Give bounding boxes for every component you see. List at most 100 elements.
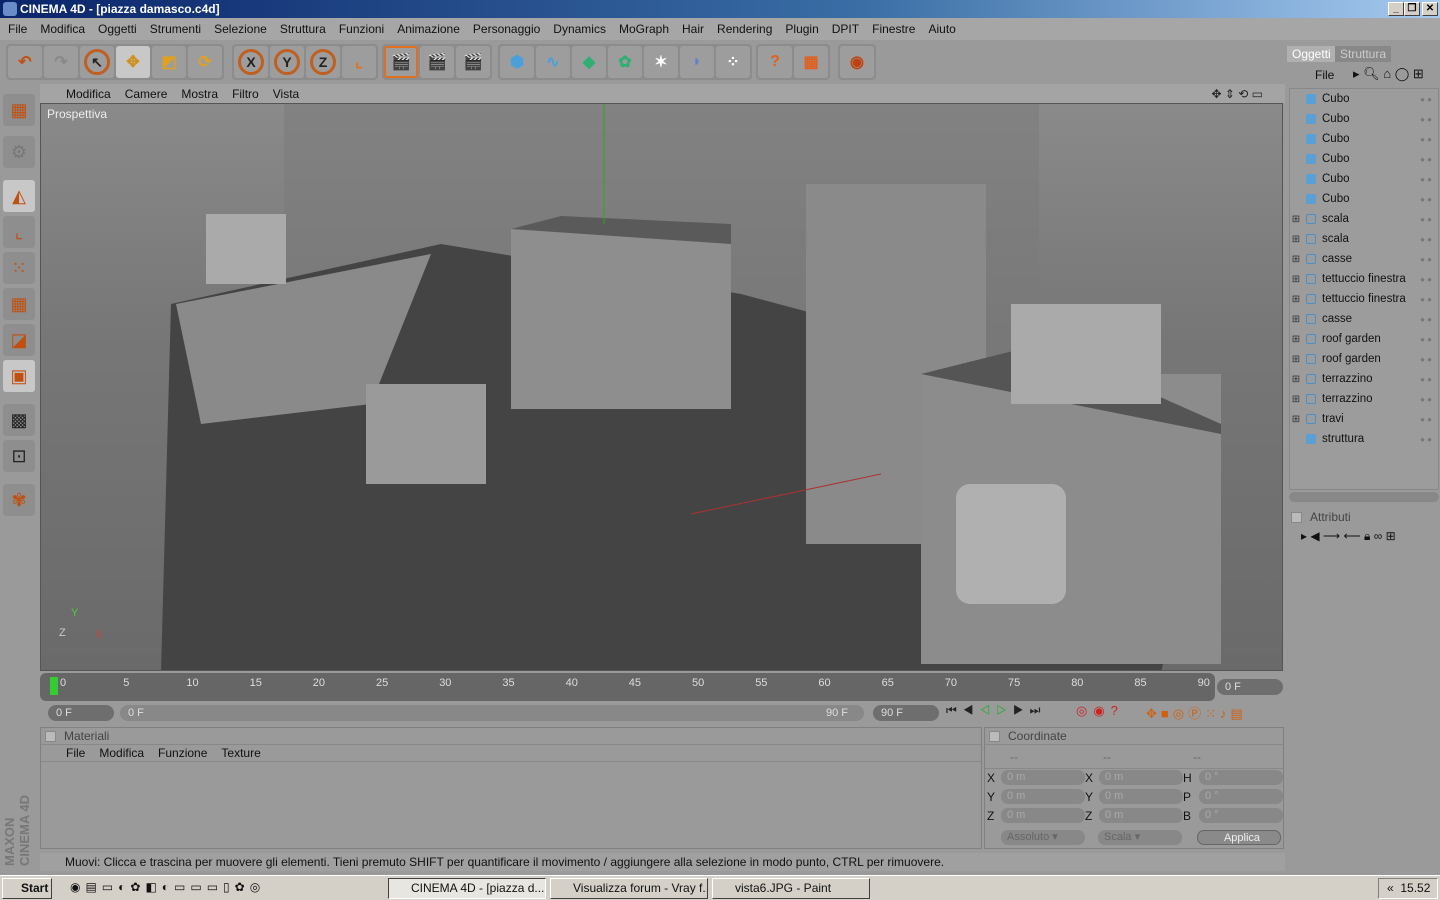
object-row[interactable]: Cubo ● ●: [1290, 89, 1438, 109]
expand-icon[interactable]: ⊞: [1290, 374, 1302, 385]
expand-icon[interactable]: ⊞: [1290, 294, 1302, 305]
visibility-dots[interactable]: ● ●: [1420, 415, 1432, 424]
axis-mode-icon[interactable]: ⌞: [3, 216, 35, 248]
end-frame-field[interactable]: 90 F: [873, 705, 939, 721]
menu-finestre[interactable]: Finestre: [872, 22, 915, 36]
current-frame-field[interactable]: 0 F: [1217, 679, 1283, 695]
visibility-dots[interactable]: ● ●: [1420, 335, 1432, 344]
object-row[interactable]: ⊞ scala ● ●: [1290, 229, 1438, 249]
quick-launch-icons[interactable]: ◉▤▭◐✿◧◐▭▭▭▯✿◎: [70, 880, 265, 894]
playhead[interactable]: [50, 677, 58, 695]
expand-icon[interactable]: ⊞: [1290, 214, 1302, 225]
nurbs-icon[interactable]: ◆: [572, 46, 606, 78]
visibility-dots[interactable]: ● ●: [1420, 215, 1432, 224]
menu-rendering[interactable]: Rendering: [717, 22, 772, 36]
object-row[interactable]: ⊞ casse ● ●: [1290, 249, 1438, 269]
attributes-toolbar-icons[interactable]: ▸ ◀ ⟶ ⟵ 🔒︎ ∞ ⊞: [1301, 529, 1396, 544]
visibility-dots[interactable]: ● ●: [1420, 195, 1432, 204]
cube-icon[interactable]: ⬢: [500, 46, 534, 78]
object-row[interactable]: Cubo ● ●: [1290, 169, 1438, 189]
viewport-menu-modifica[interactable]: Modifica: [66, 87, 111, 101]
visibility-dots[interactable]: ● ●: [1420, 175, 1432, 184]
expand-icon[interactable]: ⊞: [1290, 254, 1302, 265]
coord-field[interactable]: 0 m: [1099, 808, 1183, 823]
coord-field[interactable]: 0 °: [1199, 808, 1283, 823]
coord-field[interactable]: 0 m: [1001, 789, 1085, 804]
render-settings-icon[interactable]: 🎬: [456, 46, 490, 78]
mode-dropdown[interactable]: Assoluto ▾: [1001, 830, 1085, 845]
close-button[interactable]: ✕: [1422, 2, 1438, 16]
object-row[interactable]: Cubo ● ●: [1290, 109, 1438, 129]
snap-icon[interactable]: ✾: [3, 484, 35, 516]
object-row[interactable]: ⊞ scala ● ●: [1290, 209, 1438, 229]
object-row[interactable]: ⊞ casse ● ●: [1290, 309, 1438, 329]
coord-field[interactable]: 0 m: [1099, 770, 1183, 785]
tab-oggetti[interactable]: Oggetti: [1287, 46, 1336, 62]
object-row[interactable]: ⊞ terrazzino ● ●: [1290, 389, 1438, 409]
help-icon[interactable]: ?: [758, 46, 792, 78]
materials-menu-texture[interactable]: Texture: [221, 746, 260, 760]
viewport-menu-mostra[interactable]: Mostra: [181, 87, 218, 101]
range-slider[interactable]: 0 F 90 F: [120, 705, 864, 721]
object-mode-icon[interactable]: ◭: [3, 180, 35, 212]
select-icon[interactable]: ↖: [80, 46, 114, 78]
task-paint[interactable]: vista6.JPG - Paint: [712, 878, 870, 899]
visibility-dots[interactable]: ● ●: [1420, 255, 1432, 264]
visibility-dots[interactable]: ● ●: [1420, 155, 1432, 164]
key-type-controls[interactable]: ✥■◎Ⓟ⁙♪▤: [1146, 703, 1247, 722]
menu-plugin[interactable]: Plugin: [785, 22, 818, 36]
edge-mode-icon[interactable]: ▦: [3, 288, 35, 320]
menu-mograph[interactable]: MoGraph: [619, 22, 669, 36]
timeline-ruler[interactable]: 0 5 10 15 20 25 30 35 40 45 50 55 60 65 70 75 80 85 90: [40, 673, 1215, 701]
object-row[interactable]: Cubo ● ●: [1290, 149, 1438, 169]
menu-strumenti[interactable]: Strumenti: [150, 22, 201, 36]
menu-dynamics[interactable]: Dynamics: [553, 22, 606, 36]
menu-struttura[interactable]: Struttura: [280, 22, 326, 36]
coordinates-checkbox[interactable]: [989, 730, 1000, 742]
workplane-icon[interactable]: ⊡: [3, 440, 35, 472]
visibility-dots[interactable]: ● ●: [1420, 135, 1432, 144]
object-row[interactable]: Cubo ● ●: [1290, 189, 1438, 209]
x-axis-icon[interactable]: X: [234, 46, 268, 78]
horizontal-scrollbar[interactable]: [1289, 492, 1439, 502]
object-row[interactable]: Cubo ● ●: [1290, 129, 1438, 149]
menu-animazione[interactable]: Animazione: [397, 22, 460, 36]
visibility-dots[interactable]: ● ●: [1420, 375, 1432, 384]
particle-icon[interactable]: ⁘: [716, 46, 750, 78]
menu-aiuto[interactable]: Aiuto: [928, 22, 955, 36]
visibility-dots[interactable]: ● ●: [1420, 95, 1432, 104]
menu-modifica[interactable]: Modifica: [40, 22, 85, 36]
object-row[interactable]: struttura ● ●: [1290, 429, 1438, 449]
coord-field[interactable]: 0 °: [1199, 770, 1283, 785]
playback-controls[interactable]: ⏮◀◁▷▶⏭: [946, 703, 1046, 718]
attributes-checkbox[interactable]: [1291, 511, 1302, 523]
maximize-button[interactable]: ❐: [1404, 2, 1420, 16]
menu-oggetti[interactable]: Oggetti: [98, 22, 137, 36]
model-mode-icon[interactable]: ⚙: [3, 136, 35, 168]
texture-mode-icon[interactable]: ▩: [3, 404, 35, 436]
viewport-nav-icons[interactable]: ✥ ⇕ ⟲ ▭: [1211, 87, 1263, 101]
materials-menu-funzione[interactable]: Funzione: [158, 746, 207, 760]
coord-field[interactable]: 0 m: [1001, 770, 1085, 785]
materials-checkbox[interactable]: [45, 730, 56, 742]
visibility-dots[interactable]: ● ●: [1420, 395, 1432, 404]
object-row[interactable]: ⊞ tettuccio finestra ● ●: [1290, 269, 1438, 289]
object-row[interactable]: ⊞ roof garden ● ●: [1290, 349, 1438, 369]
visibility-dots[interactable]: ● ●: [1420, 295, 1432, 304]
coord-field[interactable]: 0 °: [1199, 789, 1283, 804]
minimize-button[interactable]: _: [1388, 2, 1404, 16]
scale-icon[interactable]: ◩: [152, 46, 186, 78]
visibility-dots[interactable]: ● ●: [1420, 435, 1432, 444]
object-row[interactable]: ⊞ terrazzino ● ●: [1290, 369, 1438, 389]
task-cinema4d[interactable]: CINEMA 4D - [piazza d...: [388, 878, 546, 899]
tab-struttura[interactable]: Struttura: [1335, 46, 1392, 62]
viewport-3d[interactable]: Z X Y Prospettiva: [40, 103, 1283, 671]
move-icon[interactable]: ✥: [116, 46, 150, 78]
viewport-menu-filtro[interactable]: Filtro: [232, 87, 259, 101]
visibility-dots[interactable]: ● ●: [1420, 115, 1432, 124]
uv-mode-icon[interactable]: ▣: [3, 360, 35, 392]
redo-icon[interactable]: ↷: [44, 46, 78, 78]
visibility-dots[interactable]: ● ●: [1420, 355, 1432, 364]
objects-toolbar-icons[interactable]: ▸ 🔍︎ ⌂ ◯ ⊞: [1353, 66, 1424, 82]
environment-icon[interactable]: ◗: [680, 46, 714, 78]
